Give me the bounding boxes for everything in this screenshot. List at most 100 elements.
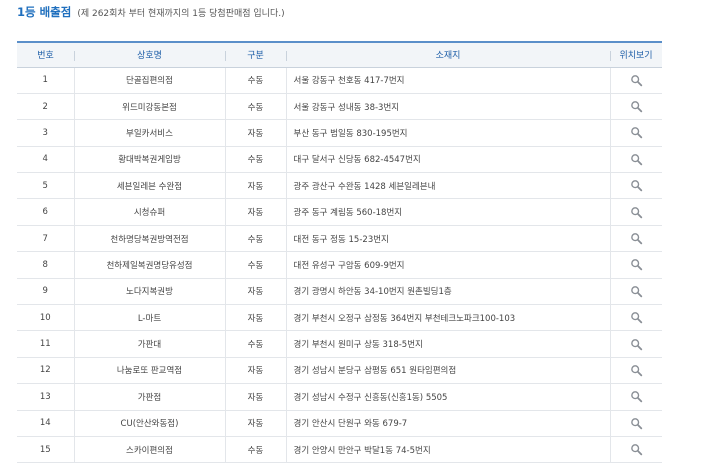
table-header-row: 번호 상호명 구분 소재지 위치보기: [17, 41, 662, 68]
row-map-view: [609, 172, 662, 200]
row-type: 자동: [224, 172, 286, 200]
row-store-name: L-마트: [73, 304, 225, 332]
row-store-name: 시청슈퍼: [73, 198, 225, 226]
header-map-view: 위치보기: [610, 41, 662, 68]
row-store-name: 스카이편의점: [73, 436, 225, 464]
table-row: 4 황대박복권게임방 수동 대구 달서구 신당동 682-4547번지: [17, 146, 662, 174]
row-type: 자동: [224, 119, 286, 147]
magnifier-icon[interactable]: [630, 338, 643, 351]
row-address: 서울 강동구 성내동 38-3번지: [285, 93, 610, 121]
row-type: 수동: [224, 330, 286, 358]
magnifier-icon[interactable]: [630, 311, 643, 324]
table-row: 8 천하제일복권명당유성점 수동 대전 유성구 구암동 609-9번지: [17, 251, 662, 279]
row-map-view: [609, 304, 662, 332]
magnifier-icon[interactable]: [630, 126, 643, 139]
row-address: 경기 안양시 만안구 박달1동 74-5번지: [285, 436, 610, 464]
table-row: 3 부일카서비스 자동 부산 동구 범일동 830-195번지: [17, 119, 662, 147]
row-map-view: [609, 330, 662, 358]
row-number: 9: [17, 278, 74, 306]
row-store-name: 가판대: [73, 330, 225, 358]
section-title: 1등 배출점: [17, 5, 72, 19]
magnifier-icon[interactable]: [630, 206, 643, 219]
magnifier-icon[interactable]: [630, 179, 643, 192]
row-map-view: [609, 119, 662, 147]
row-type: 수동: [224, 93, 286, 121]
row-store-name: 천하명당복권방역전점: [73, 225, 225, 253]
row-store-name: 천하제일복권명당유성점: [73, 251, 225, 279]
row-address: 광주 동구 계림동 560-18번지: [285, 198, 610, 226]
row-map-view: [609, 146, 662, 174]
row-map-view: [609, 251, 662, 279]
row-number: 14: [17, 410, 74, 437]
row-address: 경기 부천시 오정구 삼정동 364번지 부천테크노파크100-103: [285, 304, 610, 332]
row-number: 4: [17, 146, 74, 174]
header-store-name: 상호명: [74, 41, 225, 68]
header-number: 번호: [17, 41, 74, 68]
row-number: 13: [17, 383, 74, 411]
table-body: 1 단골집편의점 수동 서울 강동구 천호동 417-7번지 2 위드미강동본점 수동 서울 …: [17, 67, 662, 464]
table-row: 11 가판대 수동 경기 부천시 원미구 상동 318-5번지: [17, 330, 662, 358]
row-store-name: CU(안산와동점): [73, 410, 225, 437]
magnifier-icon[interactable]: [630, 390, 643, 403]
row-type: 수동: [224, 436, 286, 464]
row-type: 자동: [224, 198, 286, 226]
row-address: 대전 동구 정동 15-23번지: [285, 225, 610, 253]
magnifier-icon[interactable]: [630, 232, 643, 245]
magnifier-icon[interactable]: [630, 443, 643, 456]
row-map-view: [609, 93, 662, 121]
row-type: 수동: [224, 251, 286, 279]
section-subtitle: (제 262회차 부터 현재까지의 1등 당첨판매점 입니다.): [77, 9, 285, 19]
row-address: 경기 성남시 분당구 삼평동 651 원타임편의점: [285, 357, 610, 385]
table-row: 12 나눔로또 판교역점 자동 경기 성남시 분당구 삼평동 651 원타임편의점: [17, 357, 662, 385]
row-type: 수동: [224, 67, 286, 94]
row-address: 광주 광산구 수완동 1428 세븐일레븐내: [285, 172, 610, 200]
row-number: 5: [17, 172, 74, 200]
row-store-name: 가판점: [73, 383, 225, 411]
row-map-view: [609, 357, 662, 385]
magnifier-icon[interactable]: [630, 153, 643, 166]
row-address: 서울 강동구 천호동 417-7번지: [285, 67, 610, 94]
row-address: 대구 달서구 신당동 682-4547번지: [285, 146, 610, 174]
row-number: 3: [17, 119, 74, 147]
row-number: 6: [17, 198, 74, 226]
table-row: 2 위드미강동본점 수동 서울 강동구 성내동 38-3번지: [17, 93, 662, 121]
row-store-name: 나눔로또 판교역점: [73, 357, 225, 385]
winning-stores-table: 번호 상호명 구분 소재지 위치보기 1 단골집편의점 수동 서울 강동구 천호동 4…: [17, 41, 662, 464]
row-number: 8: [17, 251, 74, 279]
table-row: 15 스카이편의점 수동 경기 안양시 만안구 박달1동 74-5번지: [17, 436, 662, 464]
row-address: 경기 성남시 수정구 신흥동(신흥1동) 5505: [285, 383, 610, 411]
row-map-view: [609, 198, 662, 226]
table-row: 9 노다지복권방 자동 경기 광명시 하안동 34-10번지 원촌빌딩1층: [17, 278, 662, 306]
table-row: 6 시청슈퍼 자동 광주 동구 계림동 560-18번지: [17, 198, 662, 226]
header-address: 소재지: [286, 41, 610, 68]
row-type: 자동: [224, 304, 286, 332]
section-heading: 1등 배출점 (제 262회차 부터 현재까지의 1등 당첨판매점 입니다.): [17, 4, 285, 20]
magnifier-icon[interactable]: [630, 285, 643, 298]
table-row: 10 L-마트 자동 경기 부천시 오정구 삼정동 364번지 부천테크노파크100-…: [17, 304, 662, 332]
row-type: 수동: [224, 146, 286, 174]
magnifier-icon[interactable]: [630, 364, 643, 377]
magnifier-icon[interactable]: [630, 417, 643, 430]
row-map-view: [609, 278, 662, 306]
magnifier-icon[interactable]: [630, 258, 643, 271]
row-map-view: [609, 67, 662, 94]
row-store-name: 부일카서비스: [73, 119, 225, 147]
magnifier-icon[interactable]: [630, 100, 643, 113]
row-store-name: 단골집편의점: [73, 67, 225, 94]
row-number: 7: [17, 225, 74, 253]
row-store-name: 세븐일레븐 수완점: [73, 172, 225, 200]
header-type: 구분: [225, 41, 286, 68]
row-store-name: 노다지복권방: [73, 278, 225, 306]
magnifier-icon[interactable]: [630, 74, 643, 87]
row-address: 경기 광명시 하안동 34-10번지 원촌빌딩1층: [285, 278, 610, 306]
row-address: 경기 부천시 원미구 상동 318-5번지: [285, 330, 610, 358]
row-number: 2: [17, 93, 74, 121]
row-type: 자동: [224, 278, 286, 306]
row-type: 자동: [224, 357, 286, 385]
table-row: 13 가판점 자동 경기 성남시 수정구 신흥동(신흥1동) 5505: [17, 383, 662, 411]
row-map-view: [609, 436, 662, 464]
row-number: 1: [17, 67, 74, 94]
row-number: 10: [17, 304, 74, 332]
row-store-name: 위드미강동본점: [73, 93, 225, 121]
row-map-view: [609, 383, 662, 411]
